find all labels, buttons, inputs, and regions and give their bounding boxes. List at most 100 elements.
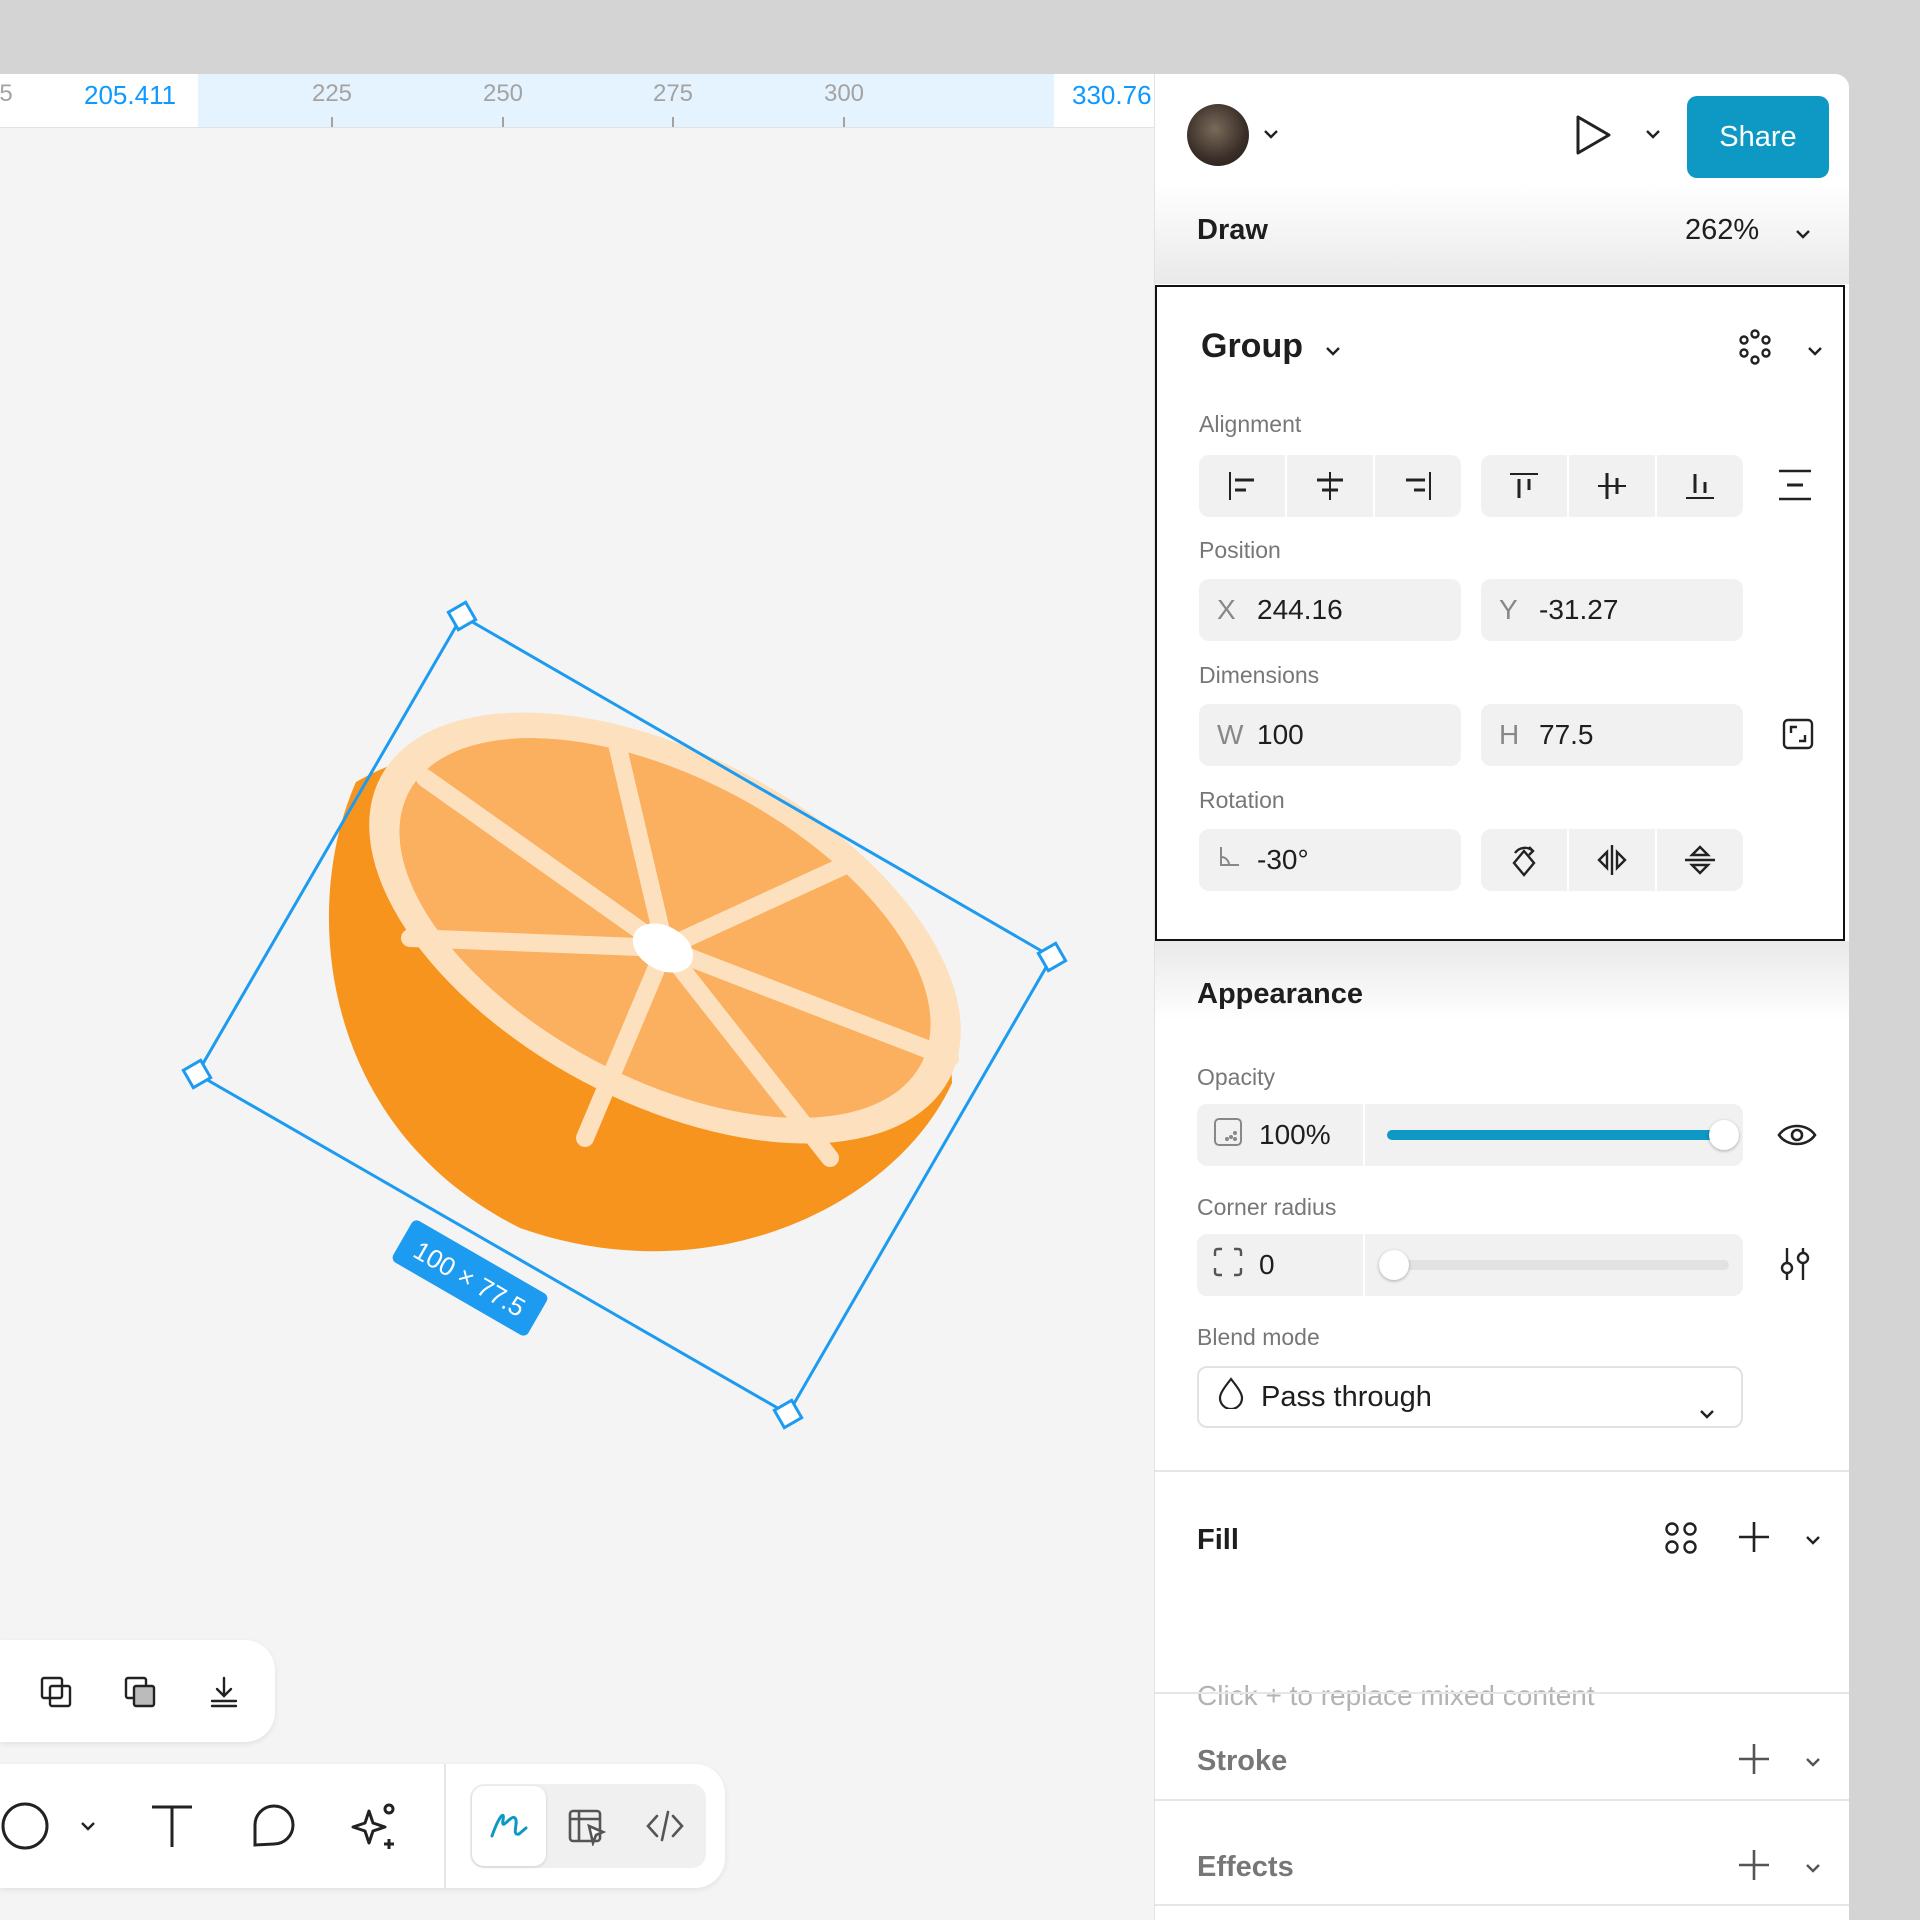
corner-radius-label: Corner radius bbox=[1197, 1194, 1337, 1220]
mode-switcher bbox=[470, 1784, 706, 1868]
align-left-icon[interactable] bbox=[1199, 455, 1287, 517]
opacity-control: 100% bbox=[1197, 1104, 1743, 1166]
corner-radius-value[interactable]: 0 bbox=[1259, 1249, 1275, 1281]
constrain-proportions-icon[interactable] bbox=[1781, 717, 1815, 756]
panel-header: Share Draw 262% bbox=[1155, 74, 1849, 284]
text-tool-icon[interactable] bbox=[144, 1794, 200, 1858]
ruler-tick: 225 bbox=[311, 80, 353, 107]
group-selection-icon[interactable] bbox=[30, 1666, 82, 1718]
align-horizontal-center-icon[interactable] bbox=[1287, 455, 1375, 517]
vertical-alignment-group bbox=[1481, 455, 1743, 517]
x-value: 244.16 bbox=[1257, 594, 1343, 625]
transform-actions-group bbox=[1481, 829, 1743, 891]
selection-handle[interactable] bbox=[772, 1398, 804, 1430]
flip-horizontal-icon[interactable] bbox=[1569, 829, 1657, 891]
design-canvas[interactable]: 100 × 77.5 bbox=[0, 128, 1154, 1920]
fill-title: Fill bbox=[1197, 1524, 1239, 1556]
blend-chevron-down-icon bbox=[1699, 1394, 1715, 1427]
selection-handle[interactable] bbox=[1036, 941, 1068, 973]
corner-radius-control: 0 bbox=[1197, 1234, 1743, 1296]
opacity-value[interactable]: 100% bbox=[1259, 1119, 1331, 1151]
rotate-90-icon[interactable] bbox=[1481, 829, 1569, 891]
blend-mode-select[interactable]: Pass through bbox=[1197, 1366, 1743, 1428]
blend-mode-value: Pass through bbox=[1261, 1380, 1432, 1413]
ellipse-tool-icon[interactable] bbox=[0, 1794, 52, 1858]
orange-slice-graphic[interactable] bbox=[299, 623, 1031, 1252]
y-position-field[interactable]: Y -31.27 bbox=[1481, 579, 1743, 641]
angle-icon bbox=[1217, 844, 1257, 876]
ruler-tick-partial: 5 bbox=[0, 80, 13, 107]
alignment-label: Alignment bbox=[1199, 411, 1302, 437]
height-field[interactable]: H 77.5 bbox=[1481, 704, 1743, 766]
fill-styles-icon[interactable] bbox=[1663, 1520, 1699, 1561]
zoom-chevron-down-icon[interactable] bbox=[1795, 226, 1811, 244]
avatar-chevron-down-icon[interactable] bbox=[1263, 126, 1279, 144]
horizontal-ruler: 5 205.411 225 250 275 300 330.76 bbox=[0, 74, 1154, 128]
present-options-chevron-down-icon[interactable] bbox=[1645, 126, 1661, 144]
draw-mode-icon[interactable] bbox=[472, 1786, 546, 1866]
opacity-label: Opacity bbox=[1197, 1064, 1275, 1090]
align-right-icon[interactable] bbox=[1375, 455, 1461, 517]
comment-tool-icon[interactable] bbox=[246, 1794, 302, 1858]
components-icon[interactable] bbox=[1737, 329, 1773, 370]
share-button[interactable]: Share bbox=[1687, 96, 1829, 178]
fill-chevron-down-icon[interactable] bbox=[1805, 1532, 1821, 1550]
rotation-label: Rotation bbox=[1199, 787, 1285, 813]
corner-radius-slider-thumb[interactable] bbox=[1379, 1250, 1409, 1280]
add-fill-plus-icon[interactable] bbox=[1737, 1520, 1771, 1559]
export-icon[interactable] bbox=[198, 1666, 250, 1718]
shape-menu-chevron-down-icon[interactable] bbox=[72, 1804, 104, 1848]
w-prefix: W bbox=[1217, 719, 1244, 750]
context-toolbar bbox=[0, 1640, 275, 1742]
zoom-level[interactable]: 262% bbox=[1685, 214, 1759, 247]
align-vertical-center-icon[interactable] bbox=[1569, 455, 1657, 517]
visibility-eye-icon[interactable] bbox=[1777, 1118, 1817, 1157]
position-label: Position bbox=[1199, 537, 1281, 563]
fill-mixed-placeholder: Click + to replace mixed content bbox=[1197, 1680, 1595, 1711]
appearance-title: Appearance bbox=[1197, 978, 1364, 1010]
flip-vertical-icon[interactable] bbox=[1657, 829, 1743, 891]
x-prefix: X bbox=[1217, 594, 1236, 625]
main-toolbar bbox=[0, 1764, 725, 1888]
opacity-slider-thumb[interactable] bbox=[1709, 1120, 1739, 1150]
effects-title: Effects bbox=[1197, 1851, 1294, 1883]
ai-sparkle-icon[interactable] bbox=[348, 1794, 404, 1858]
align-bottom-icon[interactable] bbox=[1657, 455, 1743, 517]
ruler-left-edge-value: 205.411 bbox=[84, 80, 177, 110]
selection-handle[interactable] bbox=[446, 600, 478, 632]
distribute-icon[interactable] bbox=[1777, 467, 1813, 508]
selection-handle[interactable] bbox=[181, 1058, 213, 1090]
mode-label: Draw bbox=[1197, 214, 1268, 246]
opacity-checker-icon bbox=[1213, 1117, 1243, 1154]
group-title-chevron-down-icon[interactable] bbox=[1325, 343, 1341, 361]
blend-drop-icon bbox=[1217, 1377, 1245, 1417]
add-stroke-plus-icon[interactable] bbox=[1737, 1742, 1771, 1781]
blend-mode-label: Blend mode bbox=[1197, 1324, 1320, 1350]
user-avatar[interactable] bbox=[1187, 104, 1249, 166]
h-prefix: H bbox=[1499, 719, 1520, 750]
design-mode-icon[interactable] bbox=[550, 1786, 624, 1866]
create-component-icon[interactable] bbox=[114, 1666, 166, 1718]
components-chevron-down-icon[interactable] bbox=[1807, 343, 1823, 361]
ruler-right-edge-value: 330.76 bbox=[1072, 80, 1152, 110]
stroke-chevron-down-icon[interactable] bbox=[1805, 1754, 1821, 1772]
w-value: 100 bbox=[1257, 719, 1304, 750]
corner-radius-icon bbox=[1213, 1247, 1243, 1284]
add-effect-plus-icon[interactable] bbox=[1737, 1848, 1771, 1887]
group-title[interactable]: Group bbox=[1201, 327, 1303, 366]
group-properties-section: Group Alignment Position X 244.16 Y -31.… bbox=[1155, 285, 1845, 941]
individual-corners-icon[interactable] bbox=[1777, 1246, 1813, 1287]
rotation-field[interactable]: -30° bbox=[1199, 829, 1461, 891]
properties-panel: Share Draw 262% Group Alignment Position… bbox=[1154, 74, 1849, 1920]
dev-mode-code-icon[interactable] bbox=[628, 1786, 702, 1866]
stroke-title: Stroke bbox=[1197, 1745, 1288, 1777]
align-top-icon[interactable] bbox=[1481, 455, 1569, 517]
present-play-icon[interactable] bbox=[1573, 114, 1613, 161]
ruler-tick: 250 bbox=[482, 80, 524, 107]
width-field[interactable]: W 100 bbox=[1199, 704, 1461, 766]
opacity-slider[interactable] bbox=[1365, 1104, 1743, 1166]
corner-radius-slider[interactable] bbox=[1365, 1234, 1743, 1296]
effects-chevron-down-icon[interactable] bbox=[1805, 1860, 1821, 1878]
x-position-field[interactable]: X 244.16 bbox=[1199, 579, 1461, 641]
y-value: -31.27 bbox=[1539, 594, 1619, 625]
